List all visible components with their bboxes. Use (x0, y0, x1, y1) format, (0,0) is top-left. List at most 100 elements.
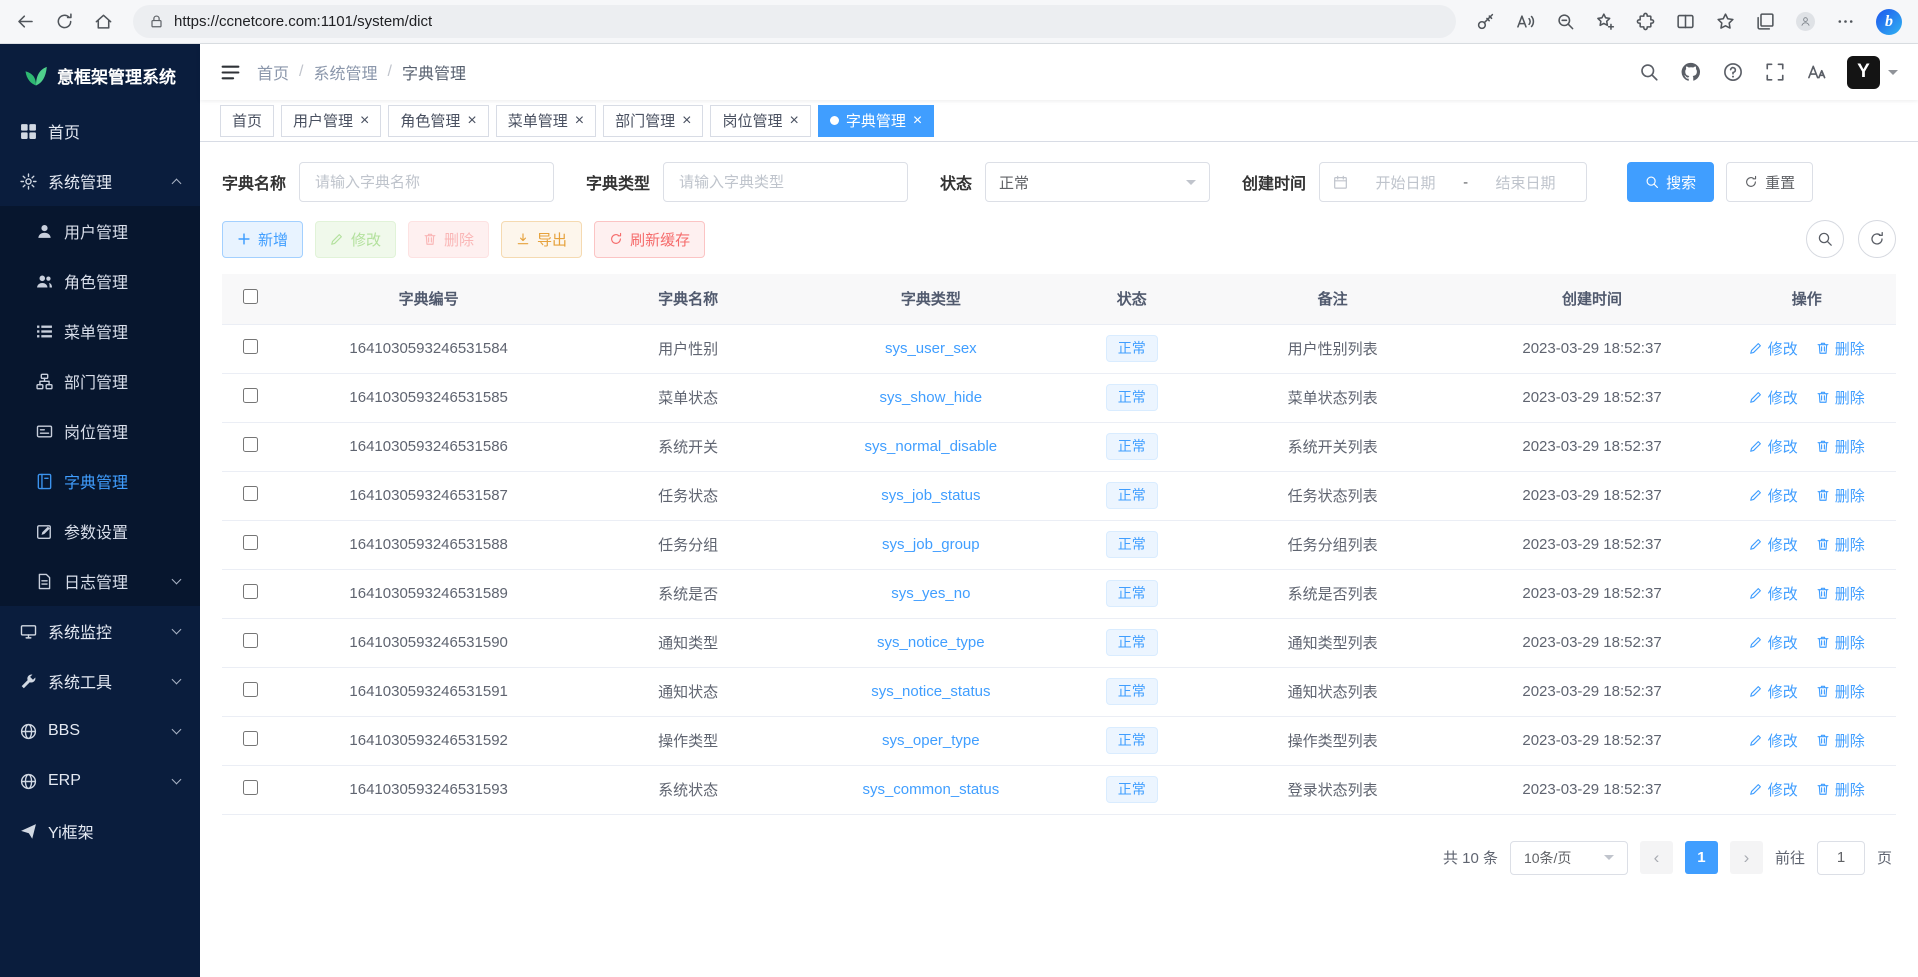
sidebar-item-yi-framework[interactable]: Yi框架 (0, 806, 200, 856)
dict-name-input[interactable] (299, 162, 554, 202)
row-checkbox[interactable] (243, 780, 258, 795)
row-edit-button[interactable]: 修改 (1749, 779, 1798, 800)
row-checkbox[interactable] (243, 535, 258, 550)
reload-icon[interactable] (55, 12, 74, 31)
row-delete-button[interactable]: 删除 (1816, 632, 1865, 653)
next-page-button[interactable]: › (1730, 841, 1763, 874)
edit-button[interactable]: 修改 (315, 221, 396, 258)
tab-dept-management[interactable]: 部门管理× (603, 105, 703, 137)
row-edit-button[interactable]: 修改 (1749, 730, 1798, 751)
row-checkbox[interactable] (243, 486, 258, 501)
tab-close-icon[interactable]: × (682, 113, 691, 129)
tab-close-icon[interactable]: × (789, 113, 798, 129)
font-size-icon[interactable] (1807, 62, 1827, 82)
breadcrumb-item[interactable]: 首页 (257, 60, 289, 84)
row-delete-button[interactable]: 删除 (1816, 436, 1865, 457)
hamburger-icon[interactable] (220, 62, 241, 83)
row-delete-button[interactable]: 删除 (1816, 387, 1865, 408)
dict-type-input[interactable] (663, 162, 908, 202)
sidebar-item-dict-management[interactable]: 字典管理 (0, 456, 200, 506)
row-delete-button[interactable]: 删除 (1816, 779, 1865, 800)
back-icon[interactable] (16, 12, 35, 31)
tab-close-icon[interactable]: × (913, 113, 922, 129)
profile-avatar-icon[interactable] (1796, 12, 1815, 31)
sidebar-item-erp[interactable]: ERP (0, 756, 200, 806)
home-icon[interactable] (94, 12, 113, 31)
row-checkbox[interactable] (243, 633, 258, 648)
refresh-table-button[interactable] (1858, 220, 1896, 258)
row-delete-button[interactable]: 删除 (1816, 583, 1865, 604)
favorites-icon[interactable] (1716, 12, 1735, 31)
row-edit-button[interactable]: 修改 (1749, 534, 1798, 555)
row-checkbox[interactable] (243, 584, 258, 599)
date-range-picker[interactable]: 开始日期 - 结束日期 (1319, 162, 1587, 202)
row-delete-button[interactable]: 删除 (1816, 681, 1865, 702)
dict-type-link[interactable]: sys_user_sex (885, 340, 977, 357)
search-button[interactable]: 搜索 (1627, 162, 1714, 202)
row-delete-button[interactable]: 删除 (1816, 534, 1865, 555)
row-edit-button[interactable]: 修改 (1749, 436, 1798, 457)
sidebar-item-role-management[interactable]: 角色管理 (0, 256, 200, 306)
zoom-icon[interactable] (1556, 12, 1575, 31)
dict-type-link[interactable]: sys_job_group (882, 536, 980, 553)
tab-post-management[interactable]: 岗位管理× (710, 105, 810, 137)
page-size-select[interactable]: 10条/页 (1510, 841, 1628, 875)
sidebar-item-post-management[interactable]: 岗位管理 (0, 406, 200, 456)
status-select[interactable]: 正常 (985, 162, 1210, 202)
dict-type-link[interactable]: sys_oper_type (882, 732, 980, 749)
breadcrumb-item[interactable]: 字典管理 (402, 60, 466, 84)
page-1-button[interactable]: 1 (1685, 841, 1718, 874)
tab-menu-management[interactable]: 菜单管理× (496, 105, 596, 137)
add-favorite-icon[interactable] (1596, 12, 1615, 31)
row-checkbox[interactable] (243, 682, 258, 697)
sidebar-item-menu-management[interactable]: 菜单管理 (0, 306, 200, 356)
tab-close-icon[interactable]: × (467, 113, 476, 129)
row-checkbox[interactable] (243, 437, 258, 452)
dict-type-link[interactable]: sys_common_status (862, 781, 999, 798)
extensions-icon[interactable] (1636, 12, 1655, 31)
dict-type-link[interactable]: sys_yes_no (891, 585, 970, 602)
sidebar-item-system-monitor[interactable]: 系统监控 (0, 606, 200, 656)
user-avatar[interactable]: Y (1847, 56, 1898, 89)
row-edit-button[interactable]: 修改 (1749, 681, 1798, 702)
sidebar-item-log-management[interactable]: 日志管理 (0, 556, 200, 606)
reset-button[interactable]: 重置 (1726, 162, 1813, 202)
github-icon[interactable] (1681, 62, 1701, 82)
read-aloud-icon[interactable] (1516, 12, 1535, 31)
tab-home[interactable]: 首页 (220, 105, 274, 137)
row-checkbox[interactable] (243, 339, 258, 354)
row-edit-button[interactable]: 修改 (1749, 583, 1798, 604)
tab-close-icon[interactable]: × (360, 113, 369, 129)
row-edit-button[interactable]: 修改 (1749, 338, 1798, 359)
select-all-checkbox[interactable] (243, 289, 258, 304)
row-delete-button[interactable]: 删除 (1816, 338, 1865, 359)
refresh-cache-button[interactable]: 刷新缓存 (594, 221, 705, 258)
tab-close-icon[interactable]: × (575, 113, 584, 129)
prev-page-button[interactable]: ‹ (1640, 841, 1673, 874)
export-button[interactable]: 导出 (501, 221, 582, 258)
sidebar-item-system-tools[interactable]: 系统工具 (0, 656, 200, 706)
breadcrumb-item[interactable]: 系统管理 (313, 60, 377, 84)
sidebar-item-user-management[interactable]: 用户管理 (0, 206, 200, 256)
sidebar-item-system-management[interactable]: 系统管理 (0, 156, 200, 206)
tab-dict-management[interactable]: 字典管理× (818, 105, 934, 137)
address-bar[interactable]: https://ccnetcore.com:1101/system/dict (133, 5, 1456, 38)
sidebar-item-home[interactable]: 首页 (0, 106, 200, 156)
dict-type-link[interactable]: sys_job_status (881, 487, 980, 504)
question-icon[interactable] (1723, 62, 1743, 82)
row-edit-button[interactable]: 修改 (1749, 387, 1798, 408)
dict-type-link[interactable]: sys_notice_type (877, 634, 985, 651)
row-delete-button[interactable]: 删除 (1816, 730, 1865, 751)
row-edit-button[interactable]: 修改 (1749, 632, 1798, 653)
dict-type-link[interactable]: sys_show_hide (880, 389, 983, 406)
copilot-icon[interactable]: b (1876, 9, 1902, 35)
row-checkbox[interactable] (243, 388, 258, 403)
tab-role-management[interactable]: 角色管理× (388, 105, 488, 137)
sidebar-item-bbs[interactable]: BBS (0, 706, 200, 756)
fullscreen-icon[interactable] (1765, 62, 1785, 82)
more-icon[interactable] (1836, 12, 1855, 31)
toggle-search-button[interactable] (1806, 220, 1844, 258)
sidebar-item-param-settings[interactable]: 参数设置 (0, 506, 200, 556)
delete-button[interactable]: 删除 (408, 221, 489, 258)
split-screen-icon[interactable] (1676, 12, 1695, 31)
